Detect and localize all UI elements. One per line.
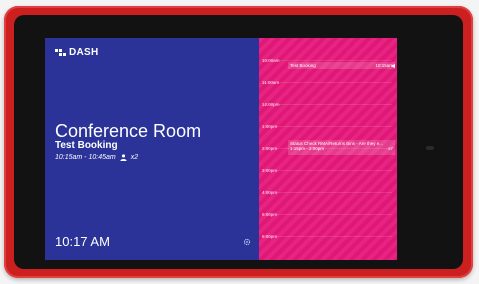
room-status-panel: DASH Conference Room Test Booking 10:15a… xyxy=(45,38,259,260)
device-sensor xyxy=(426,146,434,150)
room-name: Conference Room xyxy=(55,121,202,141)
hour-label: 2:00pm xyxy=(262,146,278,151)
hour-label: 12:00pm xyxy=(262,102,280,107)
logo-text: DASH xyxy=(69,47,99,58)
dash-logo: DASH xyxy=(55,47,99,58)
display-screen: DASH Conference Room Test Booking 10:15a… xyxy=(45,38,397,260)
hour-label: 4:00pm xyxy=(262,190,278,195)
schedule-panel[interactable]: 10:00am 11:00am 12:00pm 1:00pm 2:00pm 3:… xyxy=(259,38,397,260)
attendee-count: x2 xyxy=(130,154,139,161)
schedule-event[interactable]: Test Booking 10:15am xyxy=(288,62,395,69)
current-time-marker xyxy=(391,64,395,68)
hour-row: 3:00pm xyxy=(262,168,392,173)
event-title: Test Booking xyxy=(290,63,316,68)
hour-label: 6:00pm xyxy=(262,234,278,239)
hour-row: 11:00am xyxy=(262,80,392,85)
current-booking-time: 10:15am - 10:45am xyxy=(55,154,116,161)
hour-row: 10:00am xyxy=(262,58,392,63)
event-time: 1:15pm - 2:00pm xyxy=(290,146,325,151)
hour-row: 4:00pm xyxy=(262,190,392,195)
hour-label: 10:00am xyxy=(262,58,280,63)
schedule-event[interactable]: Status Check RMA/Returns Bins - Are they… xyxy=(288,140,395,155)
hour-row: 6:00pm xyxy=(262,234,392,239)
hour-label: 11:00am xyxy=(262,80,280,85)
dash-logo-icon xyxy=(55,48,66,56)
current-booking-title: Test Booking xyxy=(55,140,118,151)
current-time: 10:17 AM xyxy=(55,234,110,249)
gear-icon[interactable] xyxy=(243,238,251,246)
hour-row: 5:00pm xyxy=(262,212,392,217)
hour-label: 3:00pm xyxy=(262,168,278,173)
hour-label: 1:00pm xyxy=(262,124,278,129)
hour-label: 5:00pm xyxy=(262,212,278,217)
event-attendees: x7 xyxy=(388,146,393,151)
hour-row: 1:00pm xyxy=(262,124,392,129)
hour-row: 12:00pm xyxy=(262,102,392,107)
current-booking-meta: 10:15am - 10:45am x2 xyxy=(55,154,138,161)
person-icon xyxy=(120,154,127,161)
